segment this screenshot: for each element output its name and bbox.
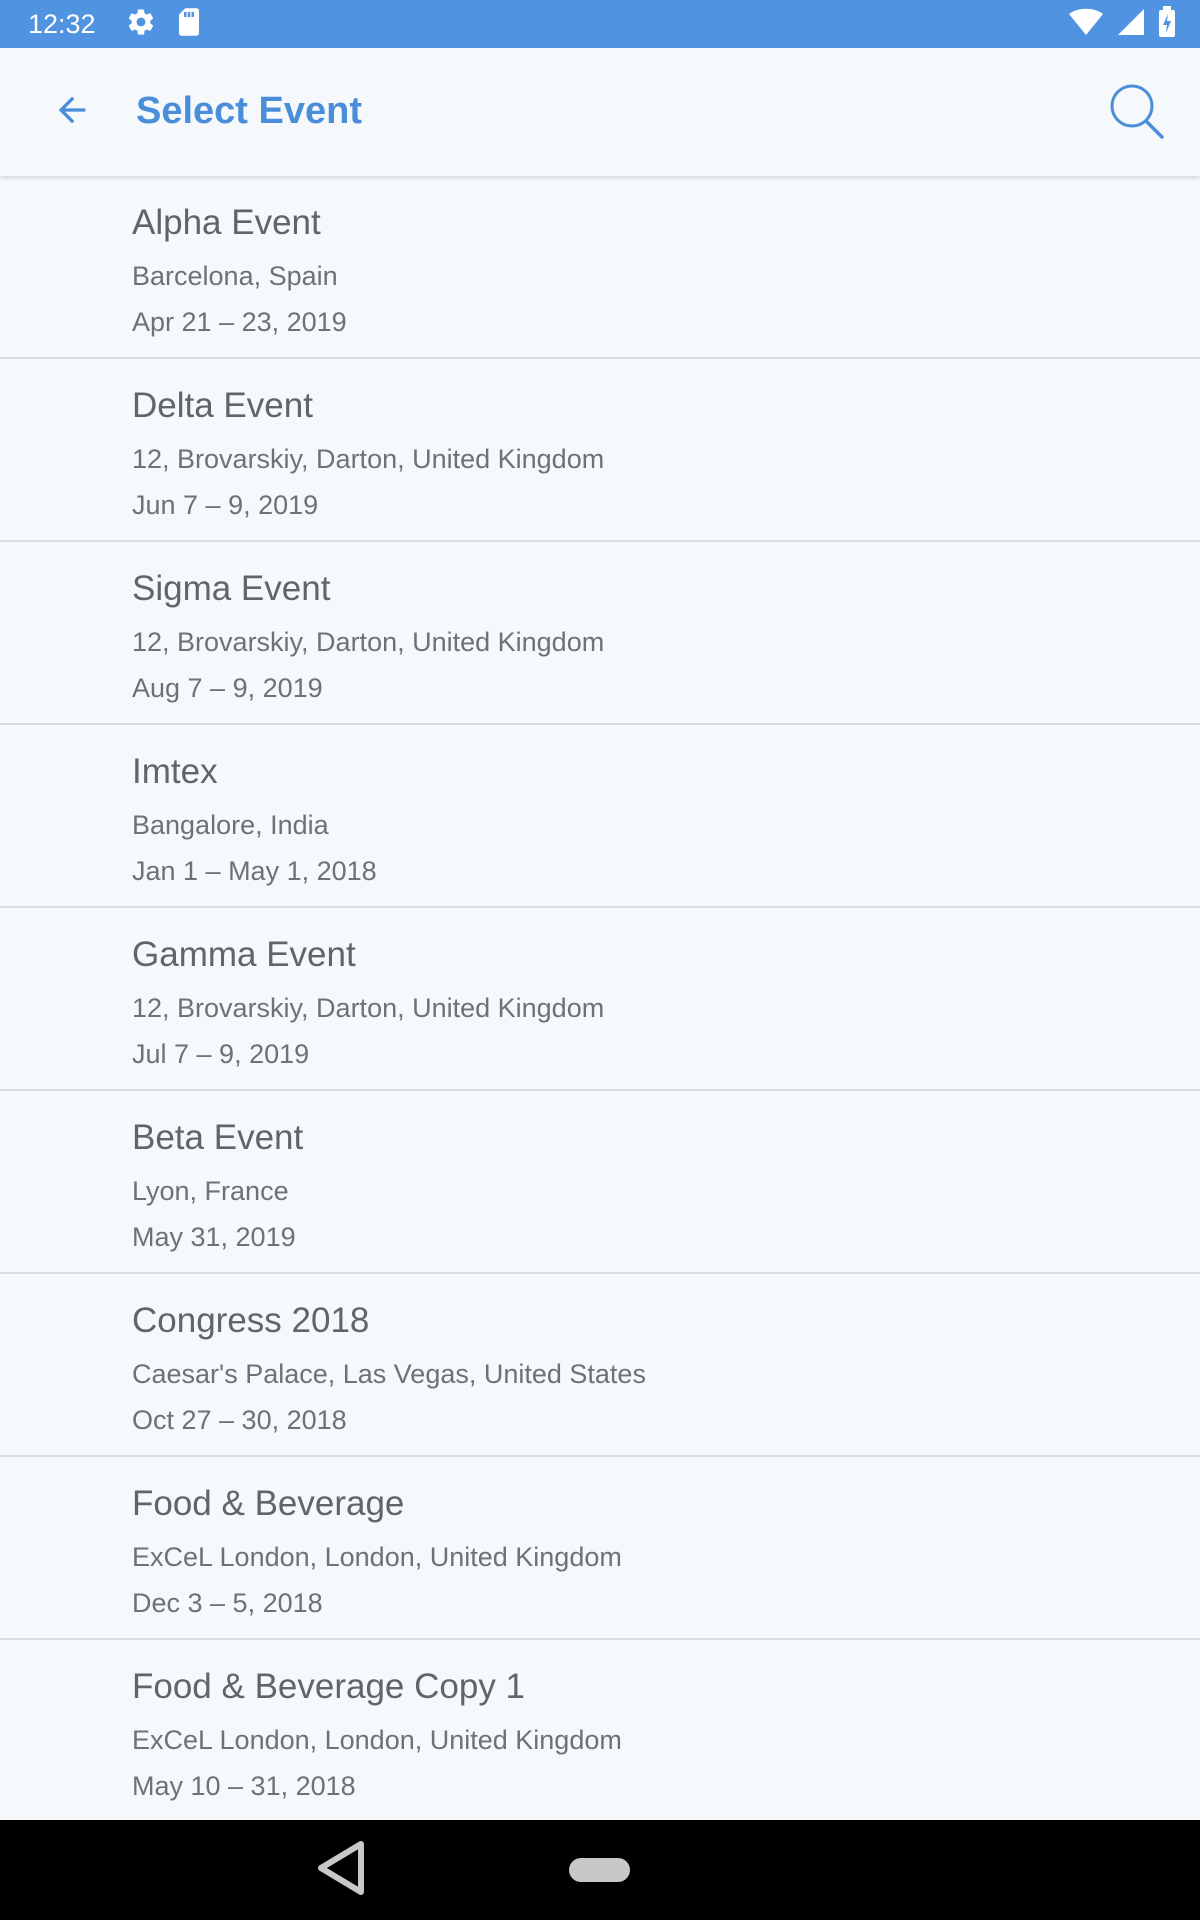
- event-location: Bangalore, India: [132, 810, 329, 840]
- event-dates: Oct 27 – 30, 2018: [132, 1405, 347, 1435]
- event-location: 12, Brovarskiy, Darton, United Kingdom: [132, 444, 605, 474]
- wifi-icon: [1068, 7, 1104, 42]
- event-dates: May 31, 2019: [132, 1222, 296, 1252]
- event-dates: Dec 3 – 5, 2018: [132, 1588, 323, 1618]
- event-dates: Jun 7 – 9, 2019: [132, 490, 319, 520]
- search-button[interactable]: [1096, 78, 1176, 148]
- settings-icon: [126, 7, 156, 42]
- sd-card-icon: [176, 7, 202, 42]
- event-name: Gamma Event: [132, 935, 356, 974]
- list-item[interactable]: Beta Event Lyon, France May 31, 2019: [0, 1091, 1200, 1274]
- back-button[interactable]: [40, 86, 104, 138]
- nav-back-button[interactable]: [314, 1840, 370, 1901]
- event-dates: Jan 1 – May 1, 2018: [132, 856, 377, 886]
- event-dates: Aug 7 – 9, 2019: [132, 673, 323, 703]
- event-name: Alpha Event: [132, 203, 321, 242]
- event-location: Barcelona, Spain: [132, 261, 338, 291]
- event-name: Beta Event: [132, 1118, 304, 1157]
- arrow-back-icon: [52, 90, 92, 135]
- event-name: Food & Beverage: [132, 1484, 405, 1523]
- nav-back-triangle-icon: [315, 1840, 369, 1901]
- event-name: Delta Event: [132, 386, 313, 425]
- event-name: Sigma Event: [132, 569, 331, 608]
- status-time: 12:32: [28, 8, 96, 39]
- event-location: ExCeL London, London, United Kingdom: [132, 1725, 622, 1755]
- event-location: Caesar's Palace, Las Vegas, United State…: [132, 1359, 646, 1389]
- search-icon: [1106, 81, 1166, 146]
- event-location: Lyon, France: [132, 1176, 289, 1206]
- list-item[interactable]: Food & Beverage Copy 1 ExCeL London, Lon…: [0, 1640, 1200, 1820]
- event-name: Congress 2018: [132, 1301, 370, 1340]
- event-location: ExCeL London, London, United Kingdom: [132, 1542, 622, 1572]
- event-dates: May 10 – 31, 2018: [132, 1771, 356, 1801]
- cell-signal-icon: [1116, 7, 1146, 42]
- event-list: Alpha Event Barcelona, Spain Apr 21 – 23…: [0, 176, 1200, 1820]
- page-title: Select Event: [136, 90, 362, 132]
- list-item[interactable]: Delta Event 12, Brovarskiy, Darton, Unit…: [0, 359, 1200, 542]
- list-item[interactable]: Congress 2018 Caesar's Palace, Las Vegas…: [0, 1274, 1200, 1457]
- list-item[interactable]: Sigma Event 12, Brovarskiy, Darton, Unit…: [0, 542, 1200, 725]
- home-pill-icon[interactable]: [569, 1858, 630, 1882]
- event-name: Imtex: [132, 752, 218, 791]
- status-right-icons: [1068, 0, 1176, 48]
- event-location: 12, Brovarskiy, Darton, United Kingdom: [132, 993, 605, 1023]
- app-bar: Select Event: [0, 48, 1200, 176]
- list-item[interactable]: Gamma Event 12, Brovarskiy, Darton, Unit…: [0, 908, 1200, 1091]
- navigation-bar: [0, 1820, 1200, 1920]
- event-name: Food & Beverage Copy 1: [132, 1667, 526, 1706]
- event-dates: Jul 7 – 9, 2019: [132, 1039, 310, 1069]
- list-item[interactable]: Food & Beverage ExCeL London, London, Un…: [0, 1457, 1200, 1640]
- list-item[interactable]: Alpha Event Barcelona, Spain Apr 21 – 23…: [0, 176, 1200, 359]
- status-bar: 12:32: [0, 0, 1200, 48]
- event-location: 12, Brovarskiy, Darton, United Kingdom: [132, 627, 605, 657]
- list-item[interactable]: Imtex Bangalore, India Jan 1 – May 1, 20…: [0, 725, 1200, 908]
- battery-charging-icon: [1158, 5, 1176, 43]
- status-left-icons: [126, 7, 202, 42]
- event-dates: Apr 21 – 23, 2019: [132, 307, 347, 337]
